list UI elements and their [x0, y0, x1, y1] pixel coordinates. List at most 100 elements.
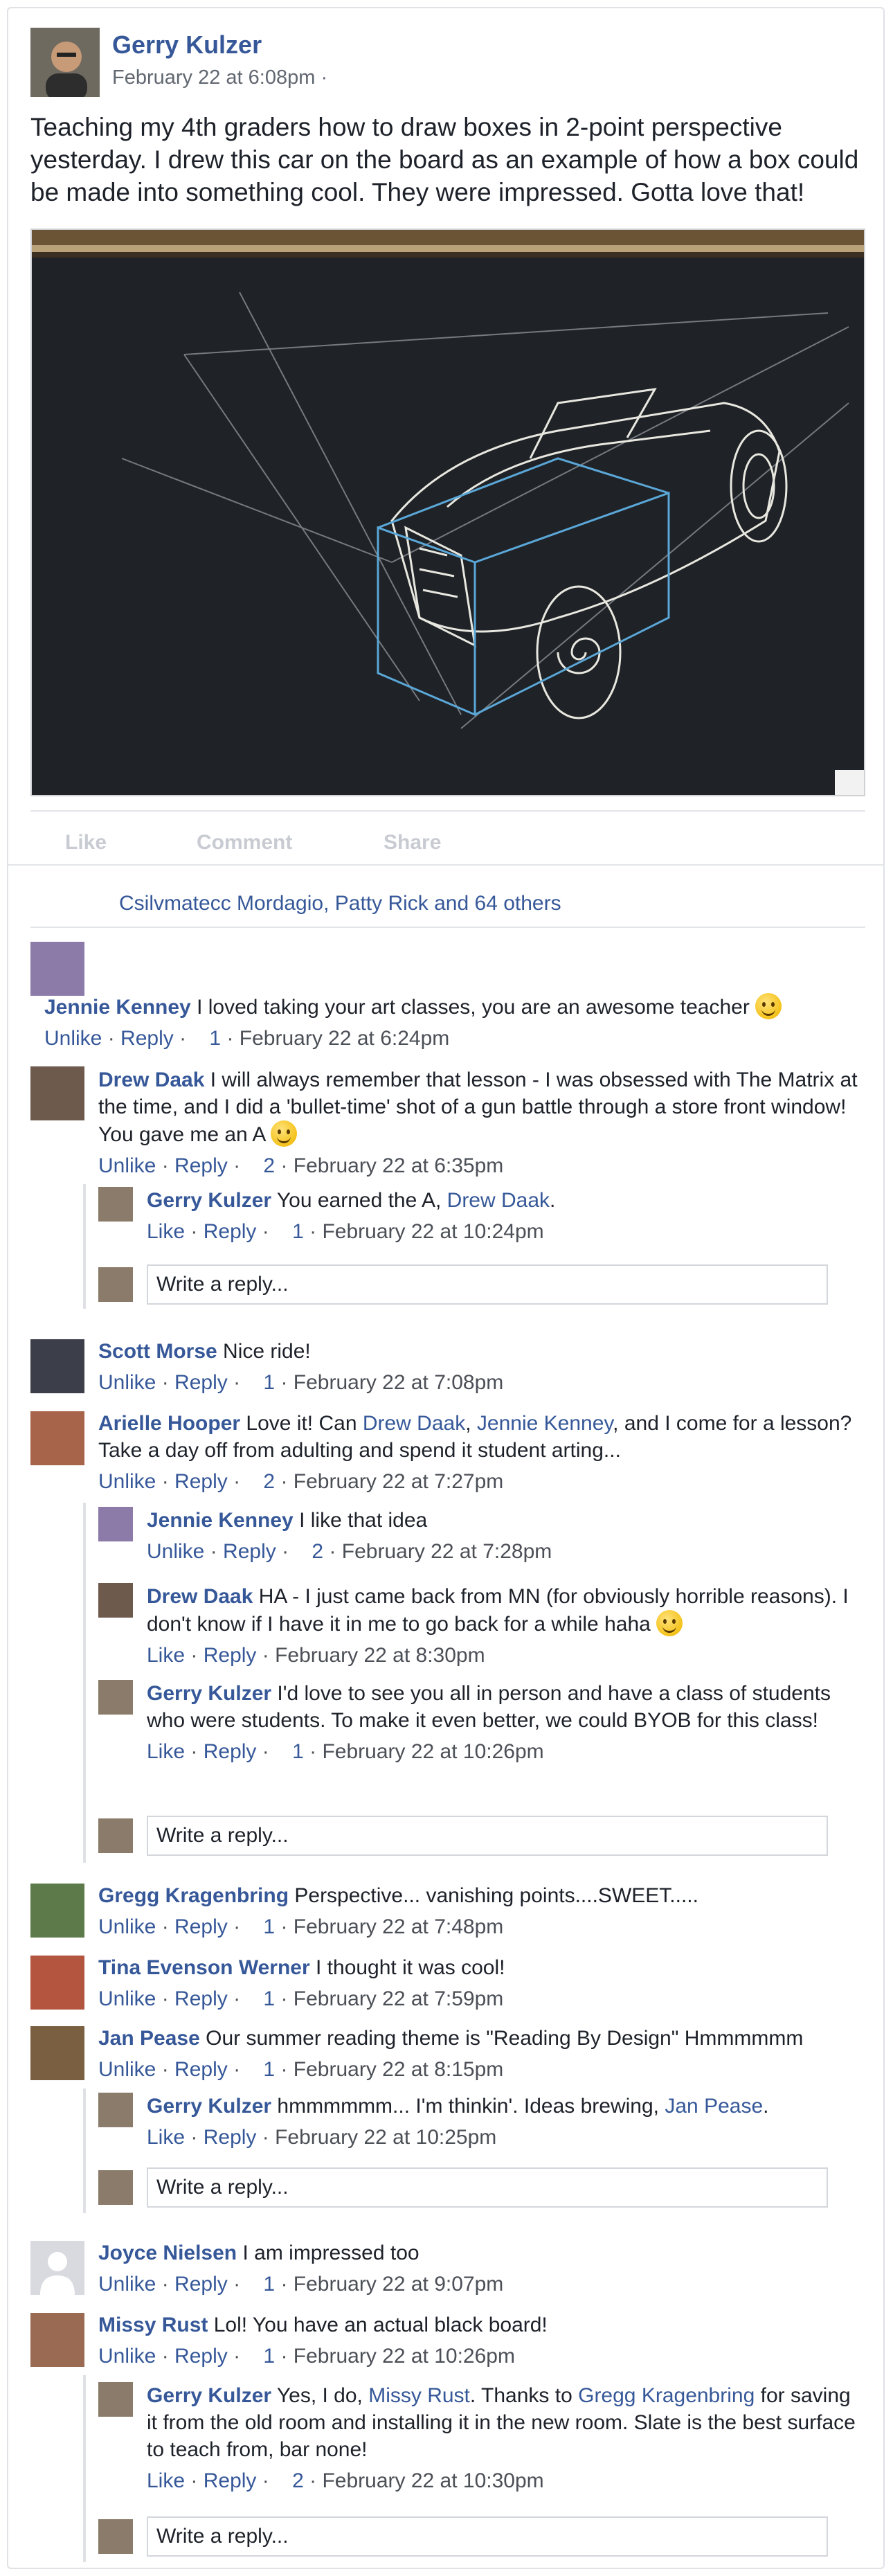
replier-avatar[interactable]	[98, 1187, 133, 1222]
comment-time[interactable]: February 22 at 10:26pm	[294, 2345, 515, 2368]
like-count[interactable]: 1	[263, 1371, 275, 1394]
like-count[interactable]: 1	[263, 2273, 275, 2296]
commenter-name[interactable]: Drew Daak	[98, 1068, 204, 1091]
replier-name[interactable]: Drew Daak	[147, 1585, 253, 1608]
reply-link[interactable]: Reply	[174, 1987, 228, 2010]
like-count[interactable]: 2	[263, 1470, 275, 1493]
like-count[interactable]: 1	[263, 1987, 275, 2010]
reply-link[interactable]: Reply	[204, 1220, 257, 1243]
commenter-avatar[interactable]	[30, 2313, 84, 2367]
like-link[interactable]: Like	[147, 1740, 185, 1763]
comment-time[interactable]: February 22 at 7:48pm	[294, 1915, 504, 1938]
reply-link[interactable]: Reply	[204, 2469, 257, 2492]
commenter-name[interactable]: Tina Evenson Werner	[98, 1956, 310, 1979]
unlike-link[interactable]: Unlike	[147, 1540, 204, 1563]
commenter-name[interactable]: Jan Pease	[98, 2027, 200, 2050]
mention-link[interactable]: Jan Pease	[665, 2095, 763, 2118]
replier-name[interactable]: Jennie Kenney	[147, 1509, 294, 1532]
reply-time[interactable]: February 22 at 10:30pm	[322, 2469, 543, 2492]
reply-link[interactable]: Reply	[223, 1540, 276, 1563]
unlike-link[interactable]: Unlike	[98, 1470, 156, 1493]
unlike-link[interactable]: Unlike	[98, 2058, 156, 2081]
share-button[interactable]: Share	[384, 831, 441, 855]
replier-avatar[interactable]	[98, 1680, 133, 1715]
reply-link[interactable]: Reply	[174, 1915, 228, 1938]
author-name[interactable]: Gerry Kulzer	[112, 30, 262, 60]
commenter-name[interactable]: Jennie Kenney	[44, 996, 191, 1019]
commenter-avatar[interactable]	[30, 1411, 84, 1465]
reply-input[interactable]: Write a reply...	[147, 2516, 828, 2557]
commenter-avatar[interactable]	[30, 2026, 84, 2080]
like-count[interactable]: 2	[312, 1540, 323, 1563]
mention-link[interactable]: Gregg Kragenbring	[578, 2384, 755, 2407]
commenter-avatar[interactable]	[30, 942, 84, 996]
reply-link[interactable]: Reply	[174, 2058, 228, 2081]
likers-summary[interactable]: Csilvmatecc Mordagio, Patty Rick and 64 …	[119, 892, 561, 915]
reply-link[interactable]: Reply	[204, 1740, 257, 1763]
reply-link[interactable]: Reply	[174, 2345, 228, 2368]
comment-time[interactable]: February 22 at 6:24pm	[240, 1027, 450, 1050]
reply-input[interactable]: Write a reply...	[147, 1816, 828, 1856]
like-count[interactable]: 1	[292, 1740, 304, 1763]
unlike-link[interactable]: Unlike	[98, 1371, 156, 1394]
like-count[interactable]: 2	[263, 1154, 275, 1177]
commenter-name[interactable]: Missy Rust	[98, 2314, 208, 2336]
post-timestamp[interactable]: February 22 at 6:08pm ·	[112, 66, 327, 89]
reply-time[interactable]: February 22 at 10:25pm	[275, 2126, 496, 2149]
commenter-avatar[interactable]	[30, 2241, 84, 2295]
reply-link[interactable]: Reply	[174, 1371, 228, 1394]
like-count[interactable]: 1	[209, 1027, 221, 1050]
comment-time[interactable]: February 22 at 8:15pm	[294, 2058, 504, 2081]
replier-avatar[interactable]	[98, 2093, 133, 2127]
like-count[interactable]: 1	[263, 2345, 275, 2368]
unlike-link[interactable]: Unlike	[98, 1154, 156, 1177]
mention-link[interactable]: Drew Daak	[447, 1189, 550, 1212]
unlike-link[interactable]: Unlike	[98, 2345, 156, 2368]
commenter-avatar[interactable]	[30, 1884, 84, 1938]
unlike-link[interactable]: Unlike	[44, 1027, 102, 1050]
commenter-avatar[interactable]	[30, 1066, 84, 1120]
like-link[interactable]: Like	[147, 1644, 185, 1667]
commenter-name[interactable]: Arielle Hooper	[98, 1412, 240, 1435]
replier-name[interactable]: Gerry Kulzer	[147, 2095, 271, 2118]
post-photo[interactable]	[30, 229, 865, 796]
commenter-name[interactable]: Gregg Kragenbring	[98, 1884, 289, 1907]
comment-time[interactable]: February 22 at 9:07pm	[294, 2273, 504, 2296]
replier-name[interactable]: Gerry Kulzer	[147, 1189, 271, 1212]
replier-avatar[interactable]	[98, 2382, 133, 2417]
reply-link[interactable]: Reply	[174, 1154, 228, 1177]
mention-link[interactable]: Jennie Kenney	[477, 1412, 613, 1435]
unlike-link[interactable]: Unlike	[98, 1987, 156, 2010]
like-count[interactable]: 1	[263, 1915, 275, 1938]
comment-time[interactable]: February 22 at 7:08pm	[294, 1371, 504, 1394]
reply-time[interactable]: February 22 at 8:30pm	[275, 1644, 485, 1667]
reply-time[interactable]: February 22 at 10:26pm	[322, 1740, 543, 1763]
reply-input[interactable]: Write a reply...	[147, 2167, 828, 2208]
like-link[interactable]: Like	[147, 2469, 185, 2492]
like-link[interactable]: Like	[147, 1220, 185, 1243]
like-count[interactable]: 2	[292, 2469, 304, 2492]
reply-link[interactable]: Reply	[120, 1027, 174, 1050]
reply-link[interactable]: Reply	[174, 1470, 228, 1493]
like-count[interactable]: 1	[292, 1220, 304, 1243]
comment-time[interactable]: February 22 at 7:59pm	[294, 1987, 504, 2010]
mention-link[interactable]: Drew Daak	[363, 1412, 465, 1435]
reply-link[interactable]: Reply	[204, 2126, 257, 2149]
reply-time[interactable]: February 22 at 7:28pm	[342, 1540, 552, 1563]
commenter-avatar[interactable]	[30, 1956, 84, 2010]
commenter-avatar[interactable]	[30, 1339, 84, 1393]
comment-time[interactable]: February 22 at 7:27pm	[294, 1470, 504, 1493]
unlike-link[interactable]: Unlike	[98, 1915, 156, 1938]
comment-button[interactable]: Comment	[197, 831, 292, 855]
like-link[interactable]: Like	[147, 2126, 185, 2149]
replier-avatar[interactable]	[98, 1583, 133, 1618]
reply-link[interactable]: Reply	[174, 2273, 228, 2296]
comment-time[interactable]: February 22 at 6:35pm	[294, 1154, 504, 1177]
commenter-name[interactable]: Joyce Nielsen	[98, 2242, 237, 2264]
replier-name[interactable]: Gerry Kulzer	[147, 1682, 271, 1705]
reply-time[interactable]: February 22 at 10:24pm	[322, 1220, 543, 1243]
like-count[interactable]: 1	[263, 2058, 275, 2081]
reply-input[interactable]: Write a reply...	[147, 1264, 828, 1305]
unlike-link[interactable]: Unlike	[98, 2273, 156, 2296]
mention-link[interactable]: Missy Rust	[368, 2384, 470, 2407]
